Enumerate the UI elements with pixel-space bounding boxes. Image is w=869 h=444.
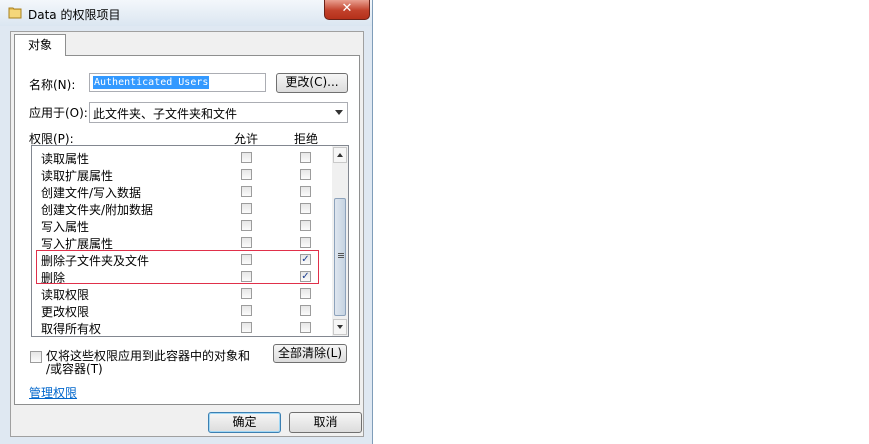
name-label: 名称(N): [29,78,76,92]
name-field[interactable]: Authenticated Users [89,73,266,92]
apply-only-label-line2: /或容器(T) [46,362,103,376]
manage-permissions-link[interactable]: 管理权限 [29,384,77,401]
deny-checkbox[interactable] [300,288,311,299]
permission-row: 创建文件/写入数据 [32,183,332,200]
apply-to-label: 应用于(O): [29,106,88,120]
list-scrollbar[interactable] [332,146,348,336]
allow-checkbox[interactable] [241,322,252,333]
permission-name: 创建文件/写入数据 [41,186,142,200]
permission-name: 读取扩展属性 [41,169,114,183]
allow-checkbox[interactable] [241,203,252,214]
deny-checkbox[interactable] [300,169,311,180]
permission-name: 读取权限 [41,288,90,302]
permission-name: 创建文件夹/附加数据 [41,203,154,217]
allow-checkbox[interactable] [241,288,252,299]
close-button[interactable]: ✕ [324,0,370,20]
permission-row: 取得所有权 [32,319,332,336]
permissions-list[interactable]: 读取属性 读取扩展属性 创建文件/写入数据 创建文件夹/附加数据 写入属性 写入扩展属性删… [31,145,349,337]
permission-row: 读取权限 [32,285,332,302]
deny-checkbox[interactable] [300,152,311,163]
scroll-thumb[interactable] [334,198,346,316]
permission-name: 取得所有权 [41,322,102,336]
deny-checkbox[interactable] [300,203,311,214]
scroll-up-arrow-icon[interactable] [333,147,347,163]
deny-checkbox[interactable] [300,305,311,316]
permission-name: 写入属性 [41,220,90,234]
deny-checkbox[interactable] [300,237,311,248]
permission-name: 读取属性 [41,152,90,166]
scroll-down-arrow-icon[interactable] [333,319,347,335]
window-title: Data 的权限项目 [28,8,121,22]
chevron-down-icon [335,110,343,115]
permission-row: 写入扩展属性 [32,234,332,251]
permission-row: 写入属性 [32,217,332,234]
allow-checkbox[interactable] [241,186,252,197]
deny-checkbox[interactable] [300,186,311,197]
allow-checkbox[interactable] [241,152,252,163]
permission-row: 读取属性 [32,149,332,166]
clear-all-button[interactable]: 全部清除(L) [273,344,347,363]
permission-row: 创建文件夹/附加数据 [32,200,332,217]
allow-checkbox[interactable] [241,237,252,248]
deny-checkbox[interactable] [300,322,311,333]
ok-button[interactable]: 确定 [208,412,281,433]
apply-only-checkbox[interactable] [30,351,42,363]
name-value: Authenticated Users [93,76,210,89]
change-button[interactable]: 更改(C)... [276,73,348,93]
permission-entry-dialog: Data 的权限项目 ✕ 对象 名称(N): Authenticated Use… [0,0,373,444]
deny-checkbox[interactable] [300,220,311,231]
permission-name: 更改权限 [41,305,90,319]
allow-checkbox[interactable] [241,305,252,316]
title-bar: Data 的权限项目 ✕ [0,0,372,26]
tab-object[interactable]: 对象 [14,34,66,56]
grip-icon [338,253,344,254]
folder-icon [8,7,22,19]
cancel-button[interactable]: 取消 [289,412,362,433]
apply-to-select[interactable]: 此文件夹、子文件夹和文件 [89,102,348,123]
permission-row: 更改权限 [32,302,332,319]
permission-row: 读取扩展属性 [32,166,332,183]
allow-checkbox[interactable] [241,220,252,231]
allow-checkbox[interactable] [241,169,252,180]
annotation-highlight-box [36,250,319,284]
apply-to-value: 此文件夹、子文件夹和文件 [93,107,238,121]
